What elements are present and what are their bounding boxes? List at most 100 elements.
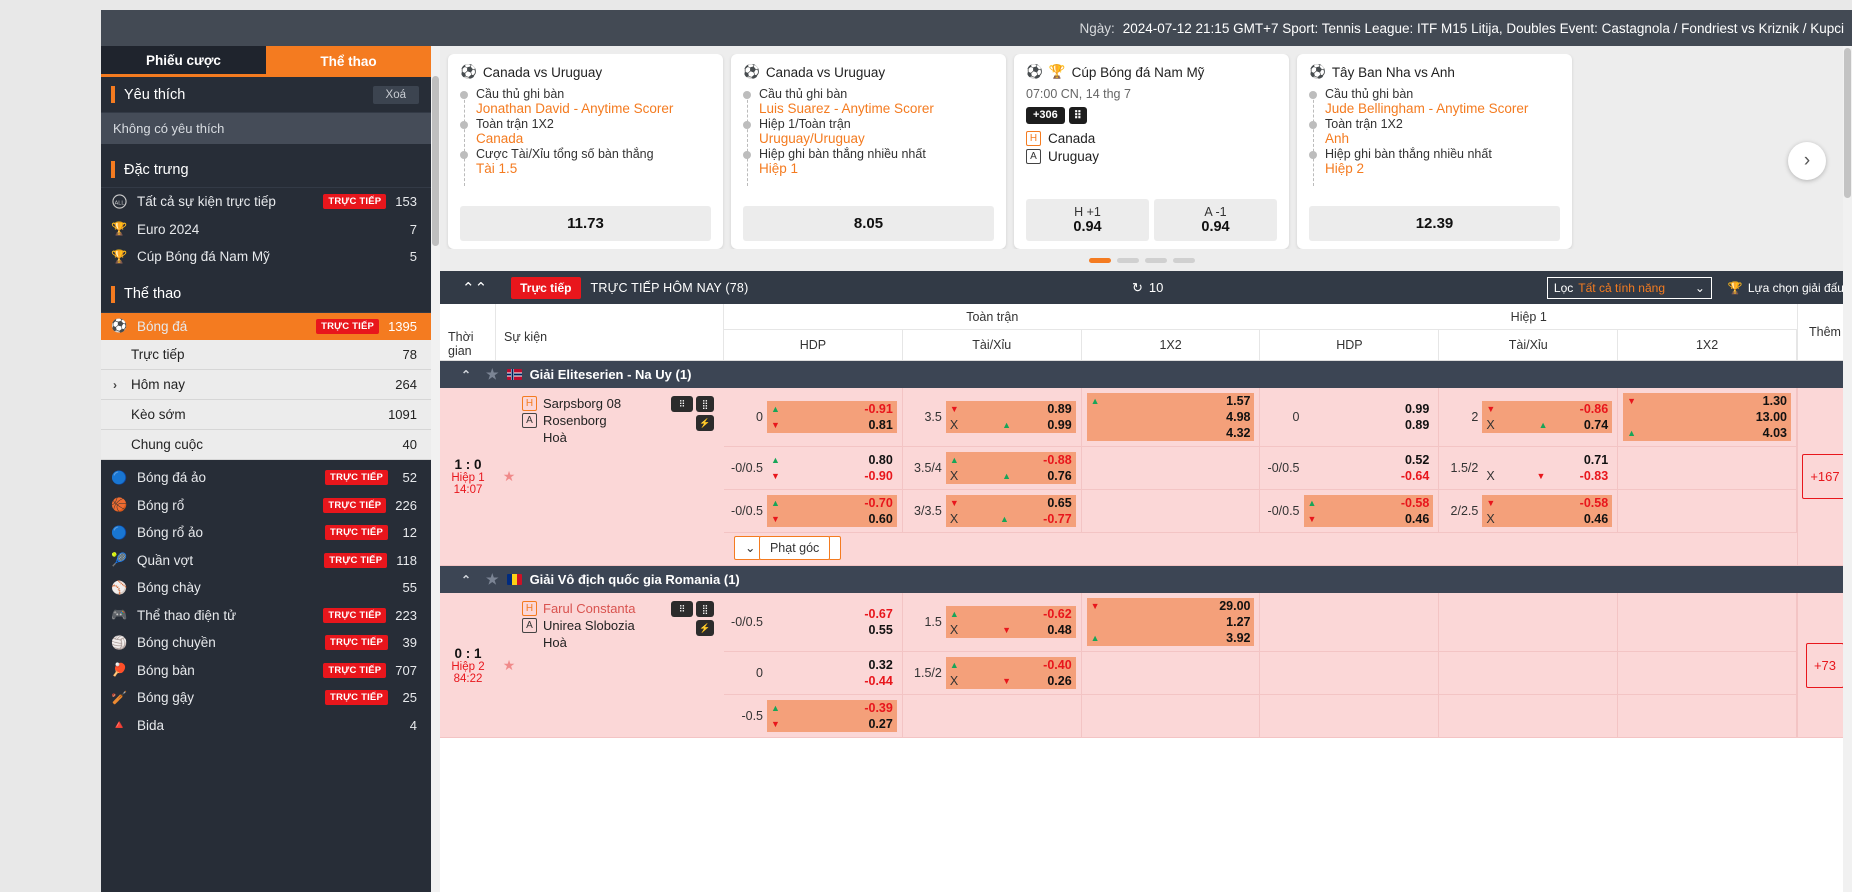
odds-row[interactable]: 4.32 [1087, 425, 1255, 441]
odds-cell-1x2[interactable]: ▼1.30 13.00 ▲4.03 [1618, 388, 1797, 446]
odds-row[interactable]: -0.44 [767, 673, 897, 689]
odds-row[interactable]: ▼-0.86 [1482, 401, 1612, 417]
odds-cell-hdp[interactable]: -0/0.5 ▲0.80 ▼-0.90 [724, 447, 903, 489]
odds-row[interactable]: ▲-0.91 [767, 401, 897, 417]
promo-card[interactable]: ⚽ Canada vs Uruguay Cầu thủ ghi bàn Jona… [448, 54, 723, 249]
sidebar-item-virtual-football[interactable]: 🔵 Bóng đá ảo TRỰC TIẾP 52 [101, 464, 431, 492]
sidebar-item-live[interactable]: Trực tiếp 78 [101, 340, 431, 370]
scroll-thumb[interactable] [1844, 48, 1851, 198]
home-team-line[interactable]: HFarul Constanta [522, 601, 671, 616]
home-team-line[interactable]: HSarpsborg 08 [522, 396, 671, 411]
odds-row[interactable]: 4.98 [1087, 409, 1255, 425]
feature-filter-select[interactable]: Lọc Tất cả tính năng ⌄ [1547, 277, 1712, 299]
odds-row[interactable]: 0.89 [1304, 417, 1434, 433]
card-odds-button[interactable]: 12.39 [1309, 206, 1560, 241]
more-markets-button[interactable]: +167 [1802, 454, 1847, 499]
away-team-line[interactable]: ARosenborg [522, 413, 671, 428]
odds-row[interactable]: X▼0.48 [946, 622, 1076, 638]
odds-cell-ou[interactable]: 3.5 ▼0.89 X▲0.99 [903, 388, 1082, 446]
odds-cell-hdp[interactable]: -0/0.5 0.52 -0.64 [1261, 447, 1440, 489]
odds-row[interactable]: ▼0.27 [767, 716, 897, 732]
card-odds-button[interactable]: 11.73 [460, 206, 711, 241]
stats-icon[interactable]: ⠿ [1069, 107, 1087, 124]
clear-favorites-button[interactable]: Xoá [373, 86, 419, 104]
odds-row[interactable]: ▲0.80 [767, 452, 897, 468]
sidebar-item-euro-2024[interactable]: 🏆 Euro 2024 7 [101, 216, 431, 244]
odds-cell-ou[interactable]: 3.5/4 ▲-0.88 X▲0.76 [903, 447, 1082, 489]
tab-sports[interactable]: Thể thao [266, 46, 431, 77]
sidebar-item-billiards[interactable]: 🔺 Bida 4 [101, 712, 431, 740]
league-header[interactable]: ⌃ ★ Giải Vô địch quốc gia Romania (1) [440, 566, 1852, 593]
league-selector-button[interactable]: 🏆 Lựa chọn giải đấu [1728, 281, 1844, 295]
odds-row[interactable]: ▲-0.39 [767, 700, 897, 716]
odds-row[interactable]: ▲-0.62 [946, 606, 1076, 622]
more-markets-badge[interactable]: +306 [1026, 107, 1065, 124]
sidebar-item-early[interactable]: Kèo sớm 1091 [101, 400, 431, 430]
odds-row[interactable]: ▼0.89 [946, 401, 1076, 417]
odds-row[interactable]: ▼-0.58 [1482, 495, 1612, 511]
carousel-dot[interactable] [1089, 258, 1111, 263]
odds-cell-hdp[interactable]: -0/0.5 ▲-0.70 ▼0.60 [724, 490, 903, 532]
odds-cell-ou[interactable]: 1.5/2 0.71 X▼-0.83 [1439, 447, 1618, 489]
carousel-next-button[interactable]: › [1788, 142, 1826, 180]
odds-row[interactable]: ▼0.60 [767, 511, 897, 527]
odds-cell-ou[interactable]: 2/2.5 ▼-0.58 X0.46 [1439, 490, 1618, 532]
odds-row[interactable]: 0.32 [767, 657, 897, 673]
chevron-double-up-icon[interactable]: ⌃⌃ [448, 279, 501, 297]
odds-cell-hdp[interactable]: -0.5 ▲-0.39 ▼0.27 [724, 695, 903, 737]
sidebar-item-football[interactable]: ⚽ Bóng đá TRỰC TIẾP 1395 [101, 313, 431, 341]
carousel-dot[interactable] [1145, 258, 1167, 263]
odds-cell-ou[interactable]: 3/3.5 ▼0.65 X▲-0.77 [903, 490, 1082, 532]
chevron-up-icon[interactable]: ⌃ [454, 573, 478, 587]
sidebar-item-copa-america[interactable]: 🏆 Cúp Bóng đá Nam Mỹ 5 [101, 243, 431, 271]
odds-cell-ou[interactable]: 1.5 ▲-0.62 X▼0.48 [903, 593, 1082, 651]
odds-row[interactable]: ▲-0.88 [946, 452, 1076, 468]
odds-cell-ou[interactable]: 2 ▼-0.86 X▲0.74 [1439, 388, 1618, 446]
star-icon[interactable]: ★ [486, 571, 499, 588]
odds-cell-hdp[interactable]: 0 0.32 -0.44 [724, 652, 903, 694]
odds-row[interactable]: ▼29.00 [1087, 598, 1255, 614]
sidebar-item-all-live[interactable]: ALL Tất cả sự kiện trực tiếp TRỰC TIẾP 1… [101, 188, 431, 216]
odds-row[interactable]: ▼0.46 [1304, 511, 1434, 527]
sidebar-item-virtual-basketball[interactable]: 🔵 Bóng rổ ảo TRỰC TIẾP 12 [101, 519, 431, 547]
star-icon[interactable]: ★ [486, 366, 499, 383]
lineup-icon[interactable]: ⣿ [696, 396, 714, 412]
promo-card[interactable]: ⚽ Canada vs Uruguay Cầu thủ ghi bàn Luis… [731, 54, 1006, 249]
odds-row[interactable]: ▲-0.70 [767, 495, 897, 511]
card-odds-button[interactable]: 8.05 [743, 206, 994, 241]
odds-cell-ou[interactable]: 1.5/2 ▲-0.40 X▼0.26 [903, 652, 1082, 694]
odds-row[interactable]: ▲-0.58 [1304, 495, 1434, 511]
stats-icon[interactable]: ⠿ [671, 601, 693, 617]
main-scrollbar[interactable] [1843, 46, 1852, 892]
tab-betslip[interactable]: Phiếu cược [101, 46, 266, 77]
odds-cell-hdp[interactable]: 0 ▲-0.91 ▼0.81 [724, 388, 903, 446]
sidebar-item-basketball[interactable]: 🏀 Bóng rổ TRỰC TIẾP 226 [101, 492, 431, 520]
lineup-icon[interactable]: ⣿ [696, 601, 714, 617]
odds-row[interactable]: ▼1.30 [1623, 393, 1791, 409]
sidebar-item-esports[interactable]: 🎮 Thể thao điện tử TRỰC TIẾP 223 [101, 602, 431, 630]
sidebar-item-tennis[interactable]: 🎾 Quần vợt TRỰC TIẾP 118 [101, 547, 431, 575]
sidebar-item-cricket[interactable]: 🏏 Bóng gậy TRỰC TIẾP 25 [101, 684, 431, 712]
chevron-up-icon[interactable]: ⌃ [454, 368, 478, 382]
odds-row[interactable]: 13.00 [1623, 409, 1791, 425]
promo-card[interactable]: ⚽ Tây Ban Nha vs Anh Cầu thủ ghi bàn Jud… [1297, 54, 1572, 249]
stats-icon[interactable]: ⠿ [671, 396, 693, 412]
odds-cell-1x2[interactable]: ▲1.57 4.98 4.32 [1082, 388, 1261, 446]
odds-row[interactable]: -0.64 [1304, 468, 1434, 484]
odds-row[interactable]: 0.52 [1304, 452, 1434, 468]
odds-button-away[interactable]: A -1 0.94 [1154, 199, 1277, 241]
favorite-star-icon[interactable]: ★ [496, 601, 522, 729]
odds-row[interactable]: X0.46 [1482, 511, 1612, 527]
odds-row[interactable]: 0.55 [767, 622, 897, 638]
live-tab-button[interactable]: Trực tiếp [511, 277, 580, 299]
promo-match-card[interactable]: ⚽ 🏆 Cúp Bóng đá Nam Mỹ 07:00 CN, 14 thg … [1014, 54, 1289, 249]
odds-cell-hdp[interactable]: -0/0.5 -0.67 0.55 [724, 593, 903, 651]
odds-row[interactable]: ▲3.92 [1087, 630, 1255, 646]
odds-cell-hdp[interactable]: 0 0.99 0.89 [1261, 388, 1440, 446]
odds-row[interactable]: X▲0.76 [946, 468, 1076, 484]
odds-row[interactable]: ▼0.65 [946, 495, 1076, 511]
odds-button-home[interactable]: H +1 0.94 [1026, 199, 1149, 241]
odds-row[interactable]: X▼0.26 [946, 673, 1076, 689]
away-team-line[interactable]: AUnirea Slobozia [522, 618, 671, 633]
league-header[interactable]: ⌃ ★ Giải Eliteserien - Na Uy (1) [440, 361, 1852, 388]
